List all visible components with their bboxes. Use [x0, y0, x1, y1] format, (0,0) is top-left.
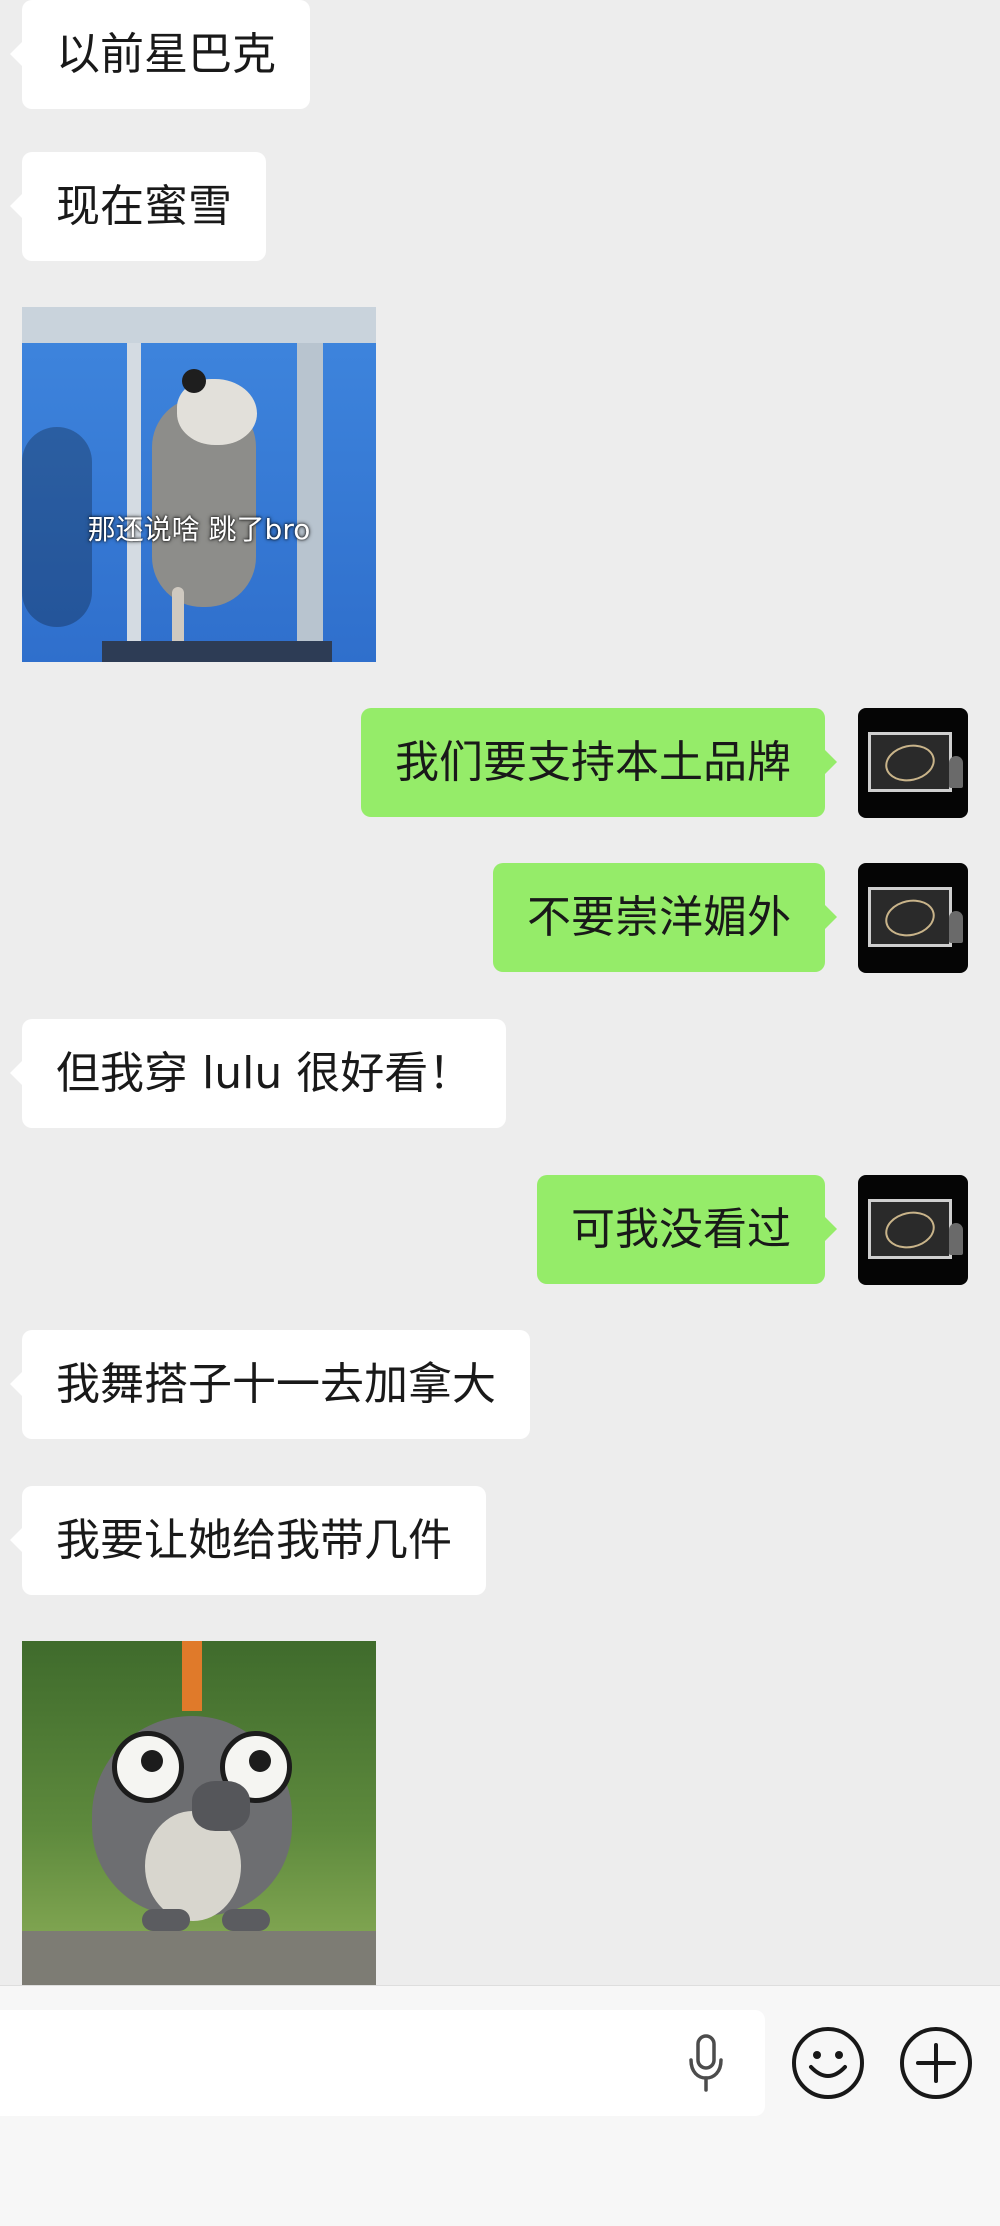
sticker-window-sill	[102, 641, 332, 662]
message-text: 我们要支持本土品牌	[395, 737, 791, 788]
message-text: 我舞搭子十一去加拿大	[56, 1359, 496, 1410]
message-text: 不要崇洋媚外	[527, 892, 791, 943]
avatar-picture-frame	[868, 1199, 952, 1259]
sticker-caption: 那还说啥 跳了bro	[87, 513, 311, 546]
message-text: 以前星巴克	[56, 29, 276, 80]
emoji-button[interactable]	[790, 2025, 866, 2101]
message-text: 但我穿 lulu 很好看！	[56, 1048, 473, 1099]
raccoon-foot	[142, 1909, 190, 1931]
outgoing-message[interactable]: 不要崇洋媚外	[493, 863, 837, 972]
raccoon-eye	[112, 1731, 184, 1803]
user-avatar[interactable]	[858, 863, 968, 973]
message-text: 我要让她给我带几件	[56, 1515, 452, 1566]
sticker-window-frame	[22, 307, 376, 343]
outgoing-message[interactable]: 我们要支持本土品牌	[361, 708, 837, 817]
microphone-icon[interactable]	[686, 2034, 726, 2094]
incoming-message[interactable]: 我要让她给我带几件	[10, 1486, 486, 1595]
incoming-message[interactable]: 我舞搭子十一去加拿大	[10, 1330, 530, 1439]
more-button[interactable]	[898, 2025, 974, 2101]
raccoon-foot	[222, 1909, 270, 1931]
incoming-message[interactable]: 以前星巴克	[10, 0, 310, 109]
sticker-window-post	[297, 343, 323, 662]
avatar-figure	[949, 756, 963, 788]
avatar-picture-frame	[868, 732, 952, 792]
message-input[interactable]	[0, 2010, 765, 2116]
sticker-orange-pole	[182, 1641, 202, 1711]
outgoing-message[interactable]: 可我没看过	[537, 1175, 837, 1284]
sticker-window-post	[127, 343, 141, 662]
raccoon-sticker[interactable]	[22, 1641, 376, 1985]
message-text: 现在蜜雪	[56, 181, 232, 232]
message-text: 可我没看过	[571, 1204, 791, 1255]
opossum-sticker[interactable]: 那还说啥 跳了bro	[22, 307, 376, 662]
avatar-figure	[949, 911, 963, 943]
user-avatar[interactable]	[858, 1175, 968, 1285]
emoji-icon	[792, 2027, 864, 2099]
chat-message-list[interactable]: 以前星巴克 现在蜜雪 那还说啥 跳了bro 我们要支持本土品牌 不要崇洋媚外 但…	[0, 0, 1000, 1985]
avatar-figure	[949, 1223, 963, 1255]
incoming-message[interactable]: 现在蜜雪	[10, 152, 266, 261]
opossum-ear	[182, 369, 206, 393]
user-avatar[interactable]	[858, 708, 968, 818]
chat-input-bar	[0, 1985, 1000, 2226]
avatar-picture-frame	[868, 887, 952, 947]
sticker-ground	[22, 1931, 376, 1985]
incoming-message[interactable]: 但我穿 lulu 很好看！	[9, 1019, 507, 1128]
plus-icon	[900, 2027, 972, 2099]
raccoon-nose	[192, 1781, 250, 1831]
